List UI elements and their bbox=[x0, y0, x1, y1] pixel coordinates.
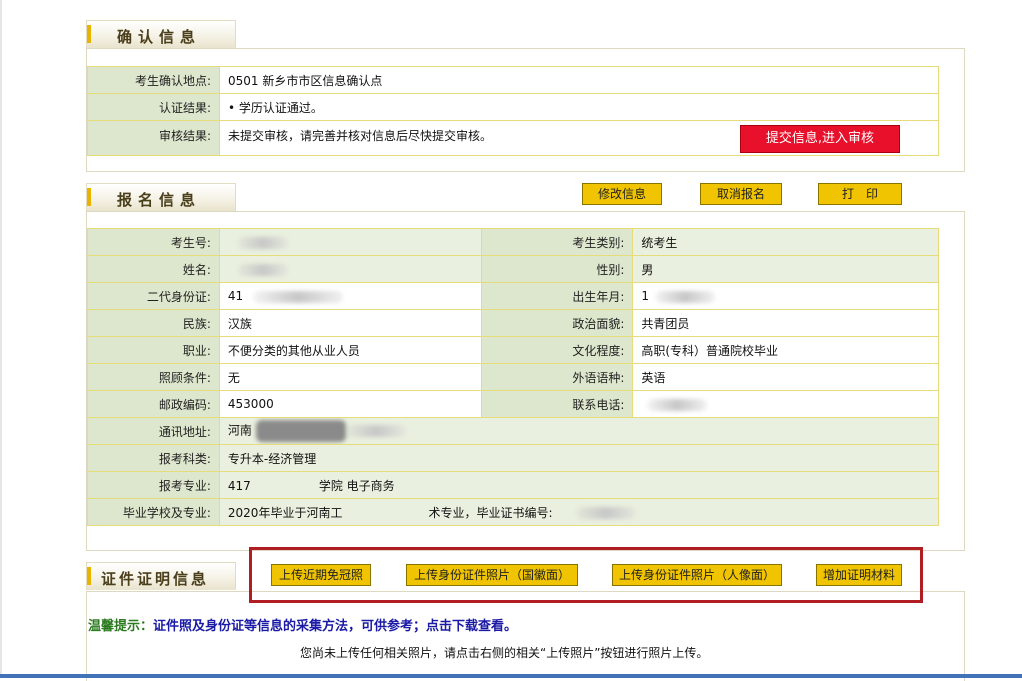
registration-row: 职业: 不便分类的其他从业人员 文化程度: 高职(专科）普通院校毕业 bbox=[87, 336, 939, 364]
school-label: 毕业学校及专业: bbox=[87, 498, 220, 526]
modify-info-button[interactable]: 修改信息 bbox=[582, 183, 662, 205]
major-label: 报考专业: bbox=[87, 471, 220, 499]
field-value: 高职(专科）普通院校毕业 bbox=[632, 336, 939, 364]
tip-line: 温馨提示：证件照及身份证等信息的采集方法，可供参考；点击下载查看。 bbox=[88, 615, 517, 634]
field-value: 共青团员 bbox=[632, 309, 939, 337]
field-label: 邮政编码: bbox=[87, 390, 220, 418]
registration-row: 二代身份证: 41 出生年月: 1 bbox=[87, 282, 939, 310]
registration-row: 邮政编码: 453000 联系电话: bbox=[87, 390, 939, 418]
subject-value: 专升本-经济管理 bbox=[218, 444, 940, 472]
tip-download-link[interactable]: 证件照及身份证等信息的采集方法，可供参考；点击下载查看。 bbox=[153, 619, 517, 634]
school-row: 毕业学校及专业: 2020年毕业于河南工 术专业，毕业证书编号: bbox=[87, 498, 940, 526]
left-border-line bbox=[0, 0, 2, 678]
address-row: 通讯地址: 河南 bbox=[87, 417, 940, 445]
confirm-section-tab: 确认信息 bbox=[86, 20, 236, 48]
location-value: 0501 新乡市市区信息确认点 bbox=[219, 66, 939, 94]
field-value: 男 bbox=[632, 255, 939, 283]
field-label: 政治面貌: bbox=[480, 309, 634, 337]
submit-review-button[interactable]: 提交信息,进入审核 bbox=[740, 125, 900, 153]
field-label: 外语语种: bbox=[480, 363, 634, 391]
field-label: 文化程度: bbox=[480, 336, 634, 364]
school-value: 2020年毕业于河南工 术专业，毕业证书编号: bbox=[218, 498, 940, 526]
registration-table: 考生号: 考生类别: 统考生 姓名: 性别: 男二代身份证: 41 出生年月: 1 民族: 汉族 政治… bbox=[87, 228, 940, 526]
field-label: 职业: bbox=[87, 336, 220, 364]
field-label: 照顾条件: bbox=[87, 363, 220, 391]
subject-row: 报考科类: 专升本-经济管理 bbox=[87, 444, 940, 472]
field-label: 出生年月: bbox=[480, 282, 634, 310]
cert-value: • 学历认证通过。 bbox=[219, 93, 939, 121]
field-value bbox=[632, 390, 939, 418]
address-value: 河南 bbox=[218, 417, 940, 445]
confirm-section-title: 确认信息 bbox=[117, 28, 202, 46]
field-label: 性别: bbox=[480, 255, 634, 283]
field-label: 考生号: bbox=[87, 228, 220, 256]
field-value bbox=[218, 255, 482, 283]
tip-prefix: 温馨提示： bbox=[88, 619, 154, 634]
cert-label: 认证结果: bbox=[87, 93, 220, 121]
print-button[interactable]: 打 印 bbox=[818, 183, 902, 205]
field-label: 民族: bbox=[87, 309, 220, 337]
field-value: 453000 bbox=[218, 390, 482, 418]
field-value: 不便分类的其他从业人员 bbox=[218, 336, 482, 364]
field-label: 姓名: bbox=[87, 255, 220, 283]
registration-row: 照顾条件: 无外语语种: 英语 bbox=[87, 363, 939, 391]
upload-id-emblem-button[interactable]: 上传身份证件照片（国徽面） bbox=[406, 564, 578, 586]
field-value: 英语 bbox=[632, 363, 939, 391]
review-label: 审核结果: bbox=[87, 120, 220, 156]
location-label: 考生确认地点: bbox=[87, 66, 220, 94]
field-value: 汉族 bbox=[218, 309, 482, 337]
registration-row: 民族: 汉族 政治面貌: 共青团员 bbox=[87, 309, 939, 337]
field-value: 41 bbox=[218, 282, 482, 310]
subject-label: 报考科类: bbox=[87, 444, 220, 472]
registration-row: 考生号: 考生类别: 统考生 bbox=[87, 228, 939, 256]
add-material-button[interactable]: 增加证明材料 bbox=[816, 564, 902, 586]
field-label: 考生类别: bbox=[480, 228, 634, 256]
field-value: 无 bbox=[218, 363, 482, 391]
registration-panel: 考生号: 考生类别: 统考生 姓名: 性别: 男二代身份证: 41 出生年月: 1 民族: 汉族 政治… bbox=[86, 211, 965, 551]
registration-section-title: 报名信息 bbox=[117, 191, 202, 209]
upload-id-portrait-button[interactable]: 上传身份证件照片（人像面） bbox=[612, 564, 782, 586]
upload-notice: 您尚未上传任何相关照片，请点击右侧的相关“上传照片”按钮进行照片上传。 bbox=[300, 646, 709, 660]
certificates-section-tab: 证件证明信息 bbox=[86, 562, 236, 590]
major-value: 417 学院 电子商务 bbox=[218, 471, 940, 499]
registration-section-tab: 报名信息 bbox=[86, 183, 236, 211]
field-value bbox=[218, 228, 482, 256]
field-value: 统考生 bbox=[632, 228, 939, 256]
bottom-bar bbox=[0, 674, 1022, 678]
confirm-row-cert: 认证结果: • 学历认证通过。 bbox=[87, 93, 939, 121]
certificates-section-title: 证件证明信息 bbox=[101, 570, 210, 588]
address-label: 通讯地址: bbox=[87, 417, 220, 445]
registration-row: 姓名: 性别: 男 bbox=[87, 255, 939, 283]
field-value: 1 bbox=[632, 282, 939, 310]
upload-photo-button[interactable]: 上传近期免冠照 bbox=[271, 564, 371, 586]
confirm-panel: 考生确认地点: 0501 新乡市市区信息确认点 认证结果: • 学历认证通过。 … bbox=[86, 48, 965, 172]
major-row: 报考专业: 417 学院 电子商务 bbox=[87, 471, 940, 499]
cancel-registration-button[interactable]: 取消报名 bbox=[700, 183, 782, 205]
confirm-row-location: 考生确认地点: 0501 新乡市市区信息确认点 bbox=[87, 66, 939, 94]
field-label: 二代身份证: bbox=[87, 282, 220, 310]
certificates-panel bbox=[86, 591, 965, 681]
field-label: 联系电话: bbox=[480, 390, 634, 418]
